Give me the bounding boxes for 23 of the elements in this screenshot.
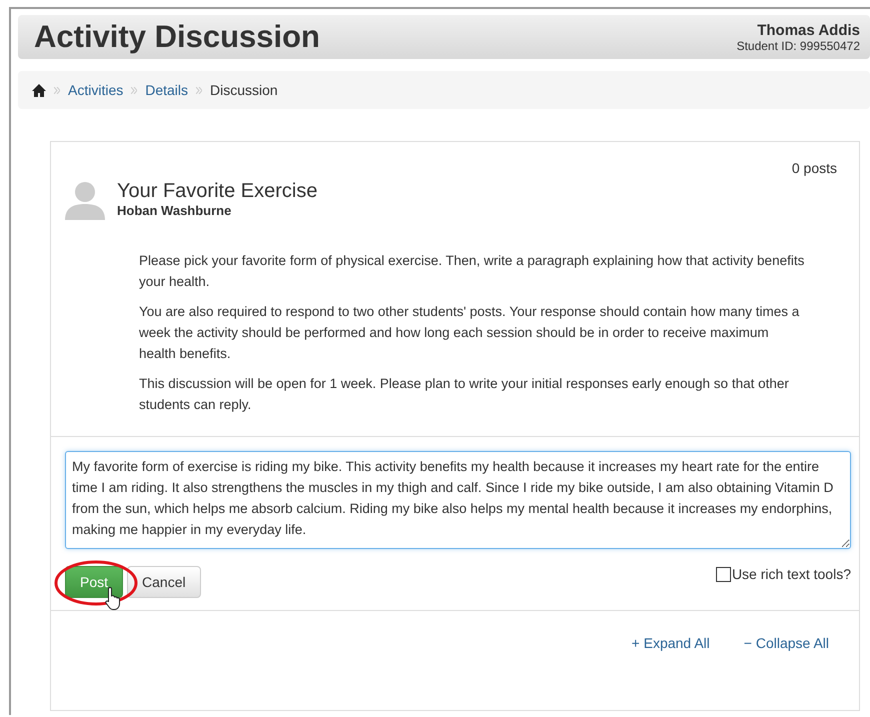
avatar-silhouette-icon xyxy=(65,180,105,220)
author-name: Hoban Washburne xyxy=(117,203,232,218)
rich-text-checkbox[interactable]: Use rich text tools? xyxy=(716,566,851,582)
footer-link[interactable]: + Expand All xyxy=(632,635,710,651)
breadcrumb-link[interactable]: Details xyxy=(145,82,188,98)
breadcrumb-current: Discussion xyxy=(210,82,278,98)
hand-cursor-icon xyxy=(105,586,123,610)
separator-icon xyxy=(196,86,202,94)
prompt-paragraph: This discussion will be open for 1 week. Please plan to write your initial responses early enough so that other students can reply. xyxy=(139,375,790,414)
separator-icon xyxy=(54,86,60,94)
footer-link[interactable]: − Collapse All xyxy=(744,635,829,651)
user-name: Thomas Addis xyxy=(756,22,860,38)
prompt-paragraph: Please pick your favorite form of physical exercise. Then, write a paragraph explaining how that activity benefits your health. xyxy=(139,252,806,291)
reply-field[interactable]: My favorite form of exercise is riding my bike. This activity benefits my health because it increases my heart rate for the entire time I am riding. It also strengthens the muscles in my thigh and calf. Since I ride my bike outside, I am also obtaining Vitamin D from the sun, which helps me absorb calcium. Riding my bike also helps my mental health because it increases my endorphins, making me happier in my everyday life. xyxy=(65,451,851,549)
home-icon[interactable] xyxy=(32,84,46,96)
student-id: Student ID: 999550472 xyxy=(736,38,860,52)
form-button[interactable]: Cancel xyxy=(127,566,201,598)
breadcrumb-link[interactable]: Activities xyxy=(68,82,124,98)
page-title: Activity Discussion xyxy=(34,19,320,55)
separator-icon xyxy=(131,86,138,94)
topic-title: Your Favorite Exercise xyxy=(117,180,318,203)
post-count: 0 posts xyxy=(792,160,837,176)
prompt-paragraph: You are also required to respond to two other students' posts. Your response should contain how many times a week the activity should be performed and how long each session should be in order to receive maximum health benefits. xyxy=(139,303,800,363)
